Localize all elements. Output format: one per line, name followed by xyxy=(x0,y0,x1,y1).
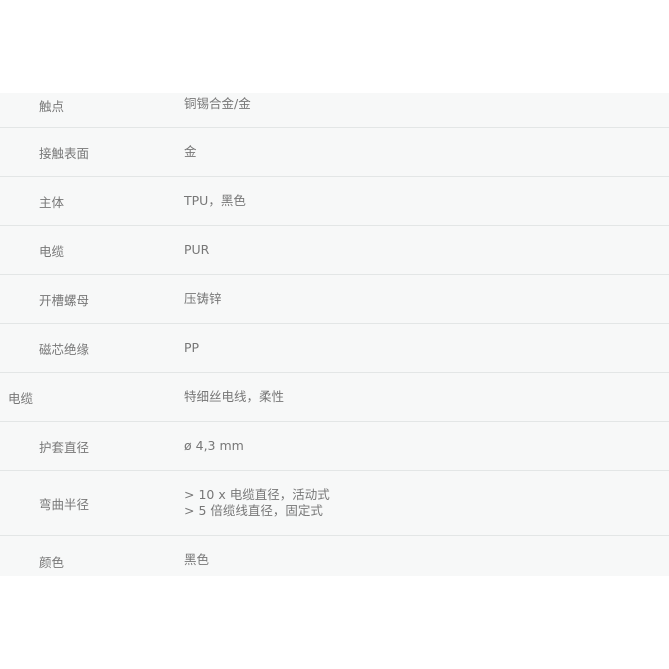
spec-row-body: 主体 TPU，黑色 xyxy=(0,177,669,226)
spec-value: > 10 x 电缆直径，活动式 > 5 倍缆线直径，固定式 xyxy=(184,487,669,519)
spec-value: 特细丝电线，柔性 xyxy=(184,389,669,405)
spec-value-line: 压铸锌 xyxy=(184,291,222,306)
spec-value: 黑色 xyxy=(184,552,669,568)
spec-label: 主体 xyxy=(39,194,65,210)
spec-value-line: 特细丝电线，柔性 xyxy=(184,389,285,404)
spec-value: 金 xyxy=(184,144,669,160)
spec-value: TPU，黑色 xyxy=(184,193,669,209)
spec-value: 压铸锌 xyxy=(184,291,669,307)
spec-label: 电缆 xyxy=(39,243,65,259)
spec-value: ø 4,3 mm xyxy=(184,438,669,454)
spec-label: 触点 xyxy=(39,99,65,114)
spec-row-contacts: 触点 铜锡合金/金 xyxy=(0,93,669,128)
spec-row-contact-surface: 接触表面 金 xyxy=(0,128,669,177)
spec-label: 接触表面 xyxy=(39,145,90,161)
spec-value-line: PP xyxy=(184,340,200,355)
spec-value-line: 黑色 xyxy=(184,552,210,567)
spec-table: 触点 铜锡合金/金 接触表面 金 主体 TPU，黑色 电缆 PUR 开槽螺母 压… xyxy=(0,93,669,576)
spec-value: PP xyxy=(184,340,669,356)
spec-row-color: 颜色 黑色 xyxy=(0,536,669,576)
spec-row-cable-material: 电缆 PUR xyxy=(0,226,669,275)
spec-label: 护套直径 xyxy=(39,439,90,455)
spec-label: 开槽螺母 xyxy=(39,292,90,308)
spec-label: 颜色 xyxy=(39,555,65,570)
spec-row-core-insulation: 磁芯绝缘 PP xyxy=(0,324,669,373)
spec-row-cable: 电缆 特细丝电线，柔性 xyxy=(0,373,669,422)
spec-label: 弯曲半径 xyxy=(39,496,90,512)
spec-label: 电缆 xyxy=(8,390,34,406)
spec-row-bending-radius: 弯曲半径 > 10 x 电缆直径，活动式 > 5 倍缆线直径，固定式 xyxy=(0,471,669,536)
spec-value-line: TPU，黑色 xyxy=(184,193,246,208)
spec-value-line: 铜锡合金/金 xyxy=(184,96,251,111)
spec-value-line: > 10 x 电缆直径，活动式 xyxy=(184,487,330,502)
spec-value-line: PUR xyxy=(184,242,210,257)
spec-value-line: > 5 倍缆线直径，固定式 xyxy=(184,503,323,518)
spec-value: 铜锡合金/金 xyxy=(184,96,669,112)
spec-row-jacket-diameter: 护套直径 ø 4,3 mm xyxy=(0,422,669,471)
spec-label: 磁芯绝缘 xyxy=(39,341,90,357)
spec-value: PUR xyxy=(184,242,669,258)
spec-value-line: ø 4,3 mm xyxy=(184,438,244,453)
spec-row-slotted-nut: 开槽螺母 压铸锌 xyxy=(0,275,669,324)
spec-value-line: 金 xyxy=(184,144,197,159)
